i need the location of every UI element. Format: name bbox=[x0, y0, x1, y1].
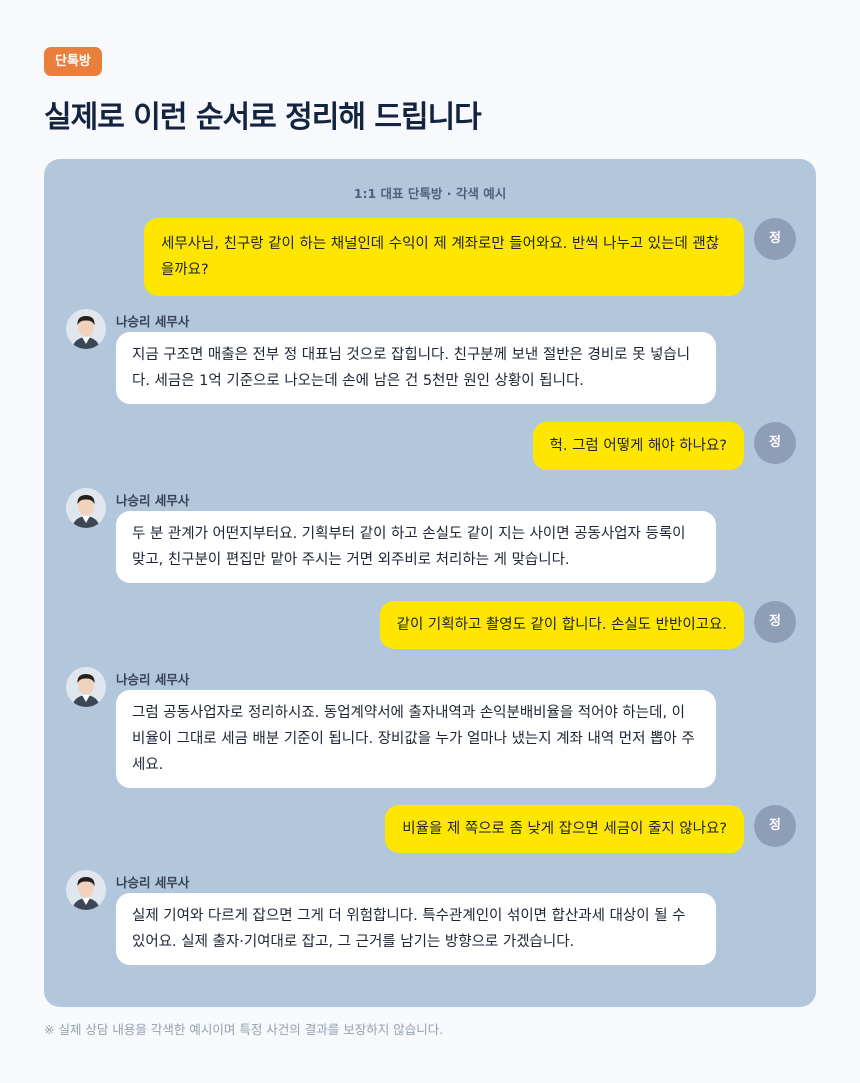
user-avatar: 정 bbox=[754, 422, 796, 464]
chat-caption: 1:1 대표 단톡방 · 각색 예시 bbox=[353, 186, 507, 201]
advisor-name: 나승리 세무사 bbox=[116, 314, 190, 329]
user-bubble: 헉. 그럼 어떻게 해야 하나요? bbox=[532, 422, 744, 470]
disclaimer-note: ※ 실제 상담 내용을 각색한 예시이며 특정 사건의 결과를 보장하지 않습니… bbox=[44, 1022, 444, 1037]
advisor-bubble: 두 분 관계가 어떤지부터요. 기획부터 같이 하고 손실도 같이 지는 사이면… bbox=[116, 511, 716, 583]
chat-panel: 1:1 대표 단톡방 · 각색 예시 세무사님, 친구랑 같이 하는 채널인데 … bbox=[44, 159, 816, 1007]
advisor-bubble: 실제 기여와 다르게 잡으면 그게 더 위험합니다. 특수관계인이 섞이면 합산… bbox=[116, 893, 716, 965]
page-title: 실제로 이런 순서로 정리해 드립니다 bbox=[44, 100, 482, 135]
user-bubble: 세무사님, 친구랑 같이 하는 채널인데 수익이 제 계좌로만 들어와요. 반씩… bbox=[144, 218, 744, 296]
user-bubble: 비율을 제 쪽으로 좀 낮게 잡으면 세금이 줄지 않나요? bbox=[385, 805, 744, 853]
advisor-avatar bbox=[66, 309, 106, 349]
advisor-avatar bbox=[66, 488, 106, 528]
advisor-avatar bbox=[66, 667, 106, 707]
user-avatar: 정 bbox=[754, 218, 796, 260]
user-avatar: 정 bbox=[754, 601, 796, 643]
user-bubble: 같이 기획하고 촬영도 같이 합니다. 손실도 반반이고요. bbox=[379, 601, 744, 649]
category-badge: 단톡방 bbox=[44, 47, 102, 76]
advisor-bubble: 그럼 공동사업자로 정리하시죠. 동업계약서에 출자내역과 손익분배비율을 적어… bbox=[116, 690, 716, 788]
advisor-name: 나승리 세무사 bbox=[116, 672, 190, 687]
advisor-name: 나승리 세무사 bbox=[116, 493, 190, 508]
advisor-bubble: 지금 구조면 매출은 전부 정 대표님 것으로 잡힙니다. 친구분께 보낸 절반… bbox=[116, 332, 716, 404]
advisor-avatar bbox=[66, 870, 106, 910]
advisor-name: 나승리 세무사 bbox=[116, 875, 190, 890]
user-avatar: 정 bbox=[754, 805, 796, 847]
